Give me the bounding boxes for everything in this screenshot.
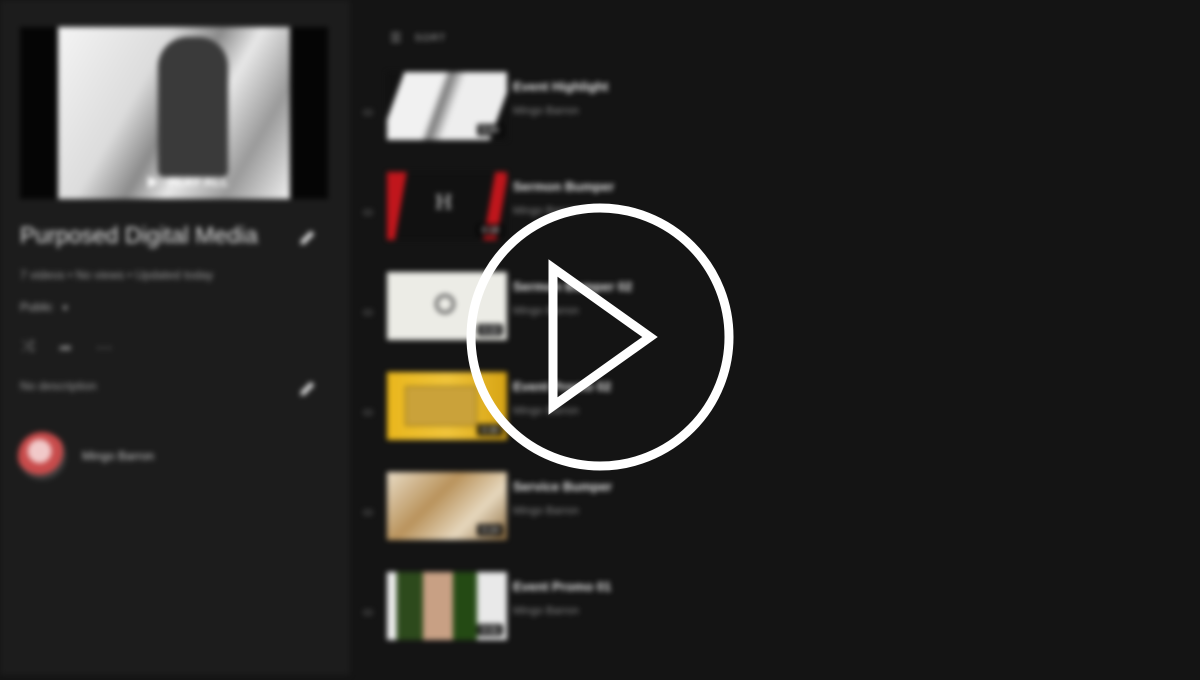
video-overlay <box>0 0 1200 675</box>
play-circle-icon[interactable] <box>0 0 1200 675</box>
